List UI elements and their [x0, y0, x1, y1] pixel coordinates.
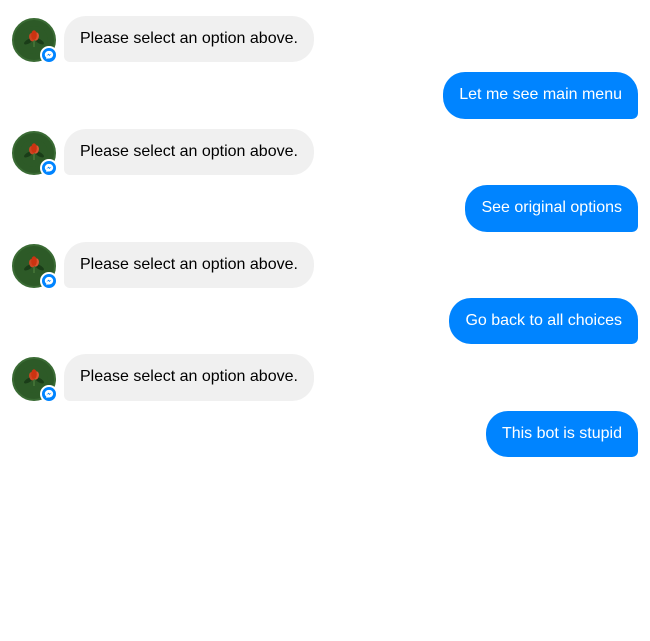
bot-message-text: Please select an option above.: [80, 256, 298, 273]
message-row: Please select an option above.: [12, 16, 638, 62]
user-message-bubble: See original options: [465, 185, 638, 231]
messenger-icon: [44, 276, 54, 286]
messenger-icon: [44, 389, 54, 399]
user-message-bubble: Let me see main menu: [443, 72, 638, 118]
message-row: This bot is stupid: [12, 411, 638, 457]
user-message-text: This bot is stupid: [502, 425, 622, 442]
bot-avatar-wrapper: [12, 244, 56, 288]
user-message-text: See original options: [481, 199, 622, 216]
bot-avatar-wrapper: [12, 18, 56, 62]
bot-avatar-wrapper: [12, 357, 56, 401]
bot-message-text: Please select an option above.: [80, 368, 298, 385]
bot-message-bubble: Please select an option above.: [64, 129, 314, 175]
user-message-text: Go back to all choices: [465, 312, 622, 329]
messenger-badge: [40, 385, 58, 403]
bot-message-bubble: Please select an option above.: [64, 242, 314, 288]
chat-container: Please select an option above. Let me se…: [0, 0, 650, 641]
messenger-icon: [44, 50, 54, 60]
message-row: Go back to all choices: [12, 298, 638, 344]
bot-message-bubble: Please select an option above.: [64, 16, 314, 62]
messenger-badge: [40, 46, 58, 64]
user-message-bubble: This bot is stupid: [486, 411, 638, 457]
message-row: Please select an option above.: [12, 242, 638, 288]
messenger-badge: [40, 159, 58, 177]
message-row: See original options: [12, 185, 638, 231]
bot-message-text: Please select an option above.: [80, 30, 298, 47]
bot-avatar-wrapper: [12, 131, 56, 175]
bot-message-bubble: Please select an option above.: [64, 354, 314, 400]
user-message-text: Let me see main menu: [459, 86, 622, 103]
messenger-badge: [40, 272, 58, 290]
message-row: Please select an option above.: [12, 354, 638, 400]
user-message-bubble: Go back to all choices: [449, 298, 638, 344]
bot-message-text: Please select an option above.: [80, 143, 298, 160]
message-row: Please select an option above.: [12, 129, 638, 175]
messenger-icon: [44, 163, 54, 173]
message-row: Let me see main menu: [12, 72, 638, 118]
